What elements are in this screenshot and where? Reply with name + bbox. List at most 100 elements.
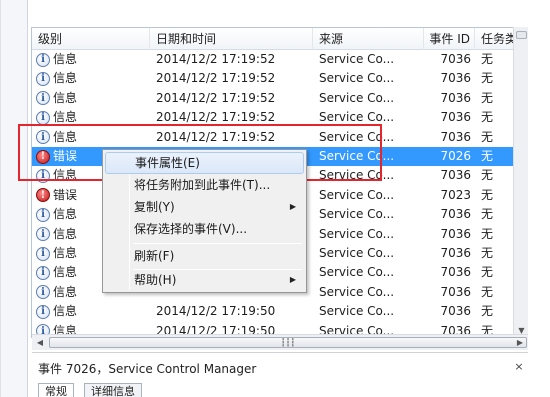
menu-item-save-selected-events[interactable]: 保存选择的事件(V)...: [105, 218, 304, 240]
source-cell: Service Co...: [319, 187, 395, 202]
level-cell: i 信息: [36, 128, 146, 147]
level-text: 错误: [53, 149, 78, 163]
level-text: 信息: [53, 110, 78, 125]
source-cell: Service Co...: [319, 149, 395, 163]
level-cell: i 信息: [36, 50, 146, 69]
menu-item-label: 将任务附加到此事件(T)...: [134, 178, 271, 192]
table-row[interactable]: i 信息 2014/12/2 17:19:52 Service Co... 7036 无: [32, 50, 528, 69]
level-text: 信息: [53, 246, 78, 260]
column-header-level[interactable]: 级别: [32, 28, 150, 50]
column-header-event-id[interactable]: 事件 ID: [424, 28, 475, 50]
info-icon: i: [36, 304, 50, 319]
table-row[interactable]: i 信息 2014/12/2 17:19:50 Service Co... 7036 无: [32, 302, 528, 321]
date-cell: 2014/12/2 17:19:52: [156, 52, 276, 66]
event-id-cell: 7036: [440, 90, 471, 105]
error-icon: !: [36, 188, 50, 203]
horizontal-scrollbar[interactable]: ◀ ┇┇┇ ▶: [32, 334, 528, 350]
menu-item-event-properties[interactable]: 事件属性(E): [105, 152, 304, 174]
menu-item-label: 帮助(H): [134, 273, 177, 287]
level-text: 信息: [53, 265, 78, 280]
source-cell: Service Co...: [319, 52, 395, 66]
table-row[interactable]: i 信息 2014/12/2 17:19:52 Service Co... 7036 无: [32, 89, 528, 108]
date-cell: 2014/12/2 17:19:52: [156, 129, 276, 144]
event-id-cell: 7036: [440, 207, 471, 222]
level-cell: i 信息: [36, 69, 146, 88]
info-icon: i: [36, 285, 50, 300]
level-text: 信息: [53, 71, 78, 86]
source-cell: Service Co...: [319, 284, 395, 299]
table-row[interactable]: i 信息 2014/12/2 17:19:52 Service Co... 7036 无: [32, 69, 528, 88]
event-id-cell: 7036: [440, 246, 471, 260]
pane-divider: [0, 0, 1, 397]
level-text: 信息: [53, 129, 78, 144]
column-header-date[interactable]: 日期和时间: [150, 28, 313, 50]
event-detail-pane: 事件 7026，Service Control Manager × 常规 详细信…: [32, 352, 528, 397]
info-icon: i: [36, 52, 50, 67]
level-cell: i 信息: [36, 108, 146, 127]
info-icon: i: [36, 71, 50, 86]
menu-item-label: 复制(Y): [134, 200, 175, 214]
vertical-scrollbar[interactable]: ▲ ▼: [513, 27, 528, 338]
event-id-cell: 7036: [440, 129, 471, 144]
menu-item-refresh[interactable]: 刷新(F): [105, 245, 304, 267]
column-header-bar: 级别 日期和时间 来源 事件 ID 任务类别: [32, 28, 528, 50]
event-id-cell: 7036: [440, 168, 471, 183]
menu-item-label: 事件属性(E): [135, 156, 200, 170]
date-cell: 2014/12/2 17:19:52: [156, 90, 276, 105]
navigation-pane-edge: [0, 0, 28, 397]
info-icon: i: [36, 207, 50, 222]
menu-item-label: 保存选择的事件(V)...: [134, 222, 248, 236]
source-cell: Service Co...: [319, 129, 395, 144]
level-text: 信息: [53, 284, 78, 299]
vertical-scroll-thumb[interactable]: [516, 31, 527, 39]
context-menu: 事件属性(E) 将任务附加到此事件(T)... 复制(Y) ▶ 保存选择的事件(V…: [102, 149, 307, 293]
source-cell: Service Co...: [319, 110, 395, 125]
submenu-arrow-icon: ▶: [289, 202, 296, 211]
menu-item-label: 刷新(F): [134, 249, 175, 263]
source-cell: Service Co...: [319, 265, 395, 280]
info-icon: i: [36, 91, 50, 106]
source-cell: Service Co...: [319, 90, 395, 105]
info-icon: i: [36, 246, 50, 261]
table-row[interactable]: i 信息 2014/12/2 17:19:52 Service Co... 7036 无: [32, 108, 528, 127]
info-icon: i: [36, 265, 50, 280]
level-text: 信息: [53, 168, 78, 183]
event-id-cell: 7036: [440, 71, 471, 86]
menu-item-copy[interactable]: 复制(Y) ▶: [105, 196, 304, 218]
tab-general[interactable]: 常规: [38, 383, 74, 397]
event-id-cell: 7036: [440, 110, 471, 125]
menu-item-help[interactable]: 帮助(H) ▶: [105, 269, 304, 291]
submenu-arrow-icon: ▶: [289, 275, 296, 284]
scroll-left-icon[interactable]: ◀: [32, 335, 48, 351]
info-icon: i: [36, 168, 50, 183]
info-icon: i: [36, 110, 50, 125]
event-id-cell: 7026: [440, 149, 471, 163]
level-text: 信息: [53, 207, 78, 222]
scroll-right-icon[interactable]: ▶: [512, 335, 528, 351]
event-id-cell: 7036: [440, 304, 471, 319]
level-cell: i 信息: [36, 89, 146, 108]
column-header-source[interactable]: 来源: [313, 28, 424, 50]
error-icon: !: [36, 149, 50, 164]
date-cell: 2014/12/2 17:19:52: [156, 71, 276, 86]
source-cell: Service Co...: [319, 168, 395, 183]
source-cell: Service Co...: [319, 304, 395, 319]
horizontal-scroll-thumb[interactable]: ┇┇┇: [49, 337, 527, 348]
close-icon[interactable]: ×: [512, 360, 526, 374]
date-cell: 2014/12/2 17:19:52: [156, 110, 276, 125]
event-id-cell: 7036: [440, 52, 471, 66]
source-cell: Service Co...: [319, 226, 395, 241]
source-cell: Service Co...: [319, 207, 395, 222]
info-icon: i: [36, 130, 50, 145]
level-text: 信息: [53, 304, 78, 319]
tab-details[interactable]: 详细信息: [84, 383, 142, 397]
event-id-cell: 7036: [440, 226, 471, 241]
info-icon: i: [36, 227, 50, 242]
table-row[interactable]: i 信息 2014/12/2 17:19:52 Service Co... 7036 无: [32, 128, 528, 147]
source-cell: Service Co...: [319, 246, 395, 260]
source-cell: Service Co...: [319, 71, 395, 86]
menu-item-attach-task[interactable]: 将任务附加到此事件(T)...: [105, 174, 304, 196]
level-text: 信息: [53, 226, 78, 241]
level-text: 信息: [53, 90, 78, 105]
level-text: 信息: [53, 52, 78, 66]
